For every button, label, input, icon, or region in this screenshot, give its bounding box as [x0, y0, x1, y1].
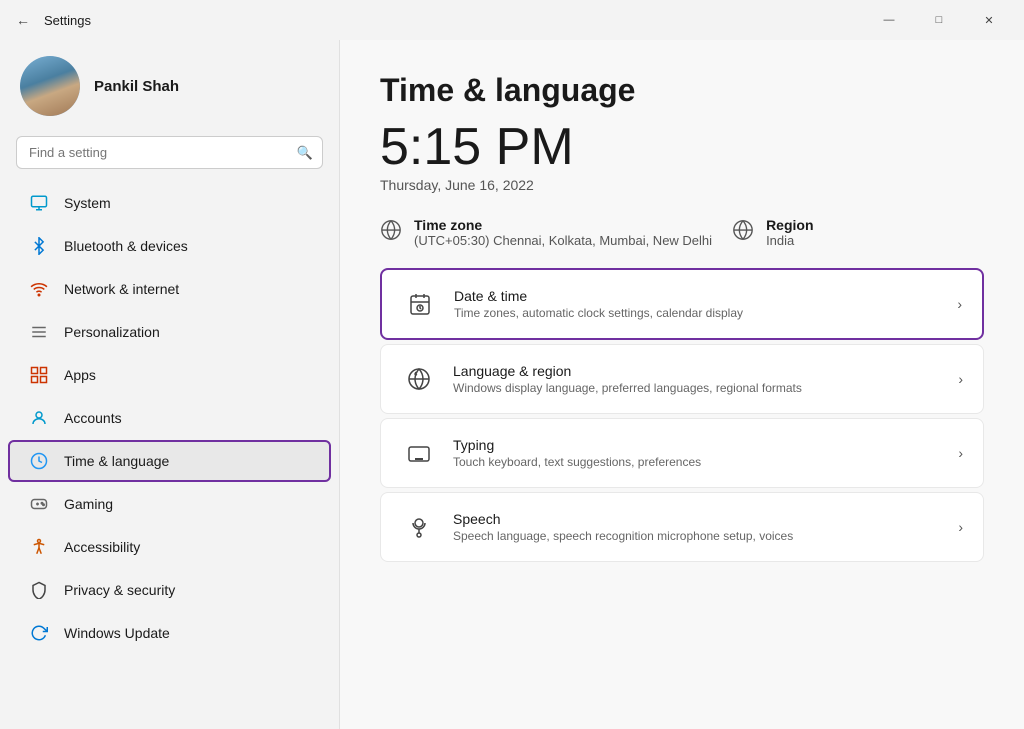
current-date: Thursday, June 16, 2022 — [380, 177, 984, 193]
region-info-label: Region — [766, 217, 813, 233]
speech-chevron-icon: › — [958, 519, 963, 535]
datetime-chevron-icon: › — [957, 296, 962, 312]
typing-setting-text: Typing Touch keyboard, text suggestions, … — [453, 437, 958, 469]
sidebar-item-label-accessibility: Accessibility — [64, 539, 140, 555]
sidebar-item-label-bluetooth: Bluetooth & devices — [64, 238, 188, 254]
search-input[interactable] — [16, 136, 323, 169]
setting-item-speech[interactable]: Speech Speech language, speech recognitio… — [380, 492, 984, 562]
datetime-setting-title: Date & time — [454, 288, 957, 304]
setting-item-typing[interactable]: Typing Touch keyboard, text suggestions, … — [380, 418, 984, 488]
timezone-info-value: (UTC+05:30) Chennai, Kolkata, Mumbai, Ne… — [414, 233, 712, 248]
avatar — [20, 56, 80, 116]
title-bar-left: ← Settings — [12, 8, 91, 32]
speech-setting-desc: Speech language, speech recognition micr… — [453, 529, 958, 543]
datetime-setting-desc: Time zones, automatic clock settings, ca… — [454, 306, 957, 320]
timezone-info-content: Time zone(UTC+05:30) Chennai, Kolkata, M… — [414, 217, 712, 248]
current-time: 5:15 PM — [380, 121, 984, 173]
region-info-content: RegionIndia — [766, 217, 813, 248]
back-button[interactable]: ← — [12, 8, 34, 32]
sidebar-item-personalization[interactable]: Personalization — [8, 311, 331, 353]
timezone-info-label: Time zone — [414, 217, 712, 233]
sidebar-item-update[interactable]: Windows Update — [8, 612, 331, 654]
accessibility-nav-icon — [28, 536, 50, 558]
settings-list: Date & time Time zones, automatic clock s… — [380, 268, 984, 562]
language-chevron-icon: › — [958, 371, 963, 387]
app-title: Settings — [44, 13, 91, 28]
sidebar-item-label-apps: Apps — [64, 367, 96, 383]
language-setting-text: Language & region Windows display languag… — [453, 363, 958, 395]
page-title: Time & language — [380, 72, 984, 109]
region-info-icon — [732, 219, 754, 247]
main-container: Pankil Shah 🔍 System Bluetooth & devices N… — [0, 40, 1024, 729]
bluetooth-nav-icon — [28, 235, 50, 257]
update-nav-icon — [28, 622, 50, 644]
sidebar-item-network[interactable]: Network & internet — [8, 268, 331, 310]
timezone-info-icon — [380, 219, 402, 247]
sidebar-item-label-system: System — [64, 195, 111, 211]
sidebar-item-label-time: Time & language — [64, 453, 169, 469]
sidebar: Pankil Shah 🔍 System Bluetooth & devices N… — [0, 40, 340, 729]
network-nav-icon — [28, 278, 50, 300]
time-nav-icon — [28, 450, 50, 472]
typing-chevron-icon: › — [958, 445, 963, 461]
content-area: Time & language 5:15 PM Thursday, June 1… — [340, 40, 1024, 729]
window-controls: — □ ✕ — [866, 4, 1012, 36]
sidebar-item-system[interactable]: System — [8, 182, 331, 224]
sidebar-item-bluetooth[interactable]: Bluetooth & devices — [8, 225, 331, 267]
accounts-nav-icon — [28, 407, 50, 429]
minimize-button[interactable]: — — [866, 4, 912, 36]
sidebar-item-privacy[interactable]: Privacy & security — [8, 569, 331, 611]
user-name: Pankil Shah — [94, 78, 179, 95]
maximize-button[interactable]: □ — [916, 4, 962, 36]
sidebar-item-accessibility[interactable]: Accessibility — [8, 526, 331, 568]
sidebar-item-label-gaming: Gaming — [64, 496, 113, 512]
sidebar-item-label-privacy: Privacy & security — [64, 582, 175, 598]
system-nav-icon — [28, 192, 50, 214]
sidebar-item-time[interactable]: Time & language — [8, 440, 331, 482]
sidebar-item-label-accounts: Accounts — [64, 410, 122, 426]
sidebar-item-apps[interactable]: Apps — [8, 354, 331, 396]
language-setting-desc: Windows display language, preferred lang… — [453, 381, 958, 395]
apps-nav-icon — [28, 364, 50, 386]
search-icon: 🔍 — [297, 145, 313, 161]
datetime-setting-icon — [402, 286, 438, 322]
avatar-image — [20, 56, 80, 116]
sidebar-item-label-network: Network & internet — [64, 281, 179, 297]
datetime-setting-text: Date & time Time zones, automatic clock s… — [454, 288, 957, 320]
typing-setting-icon — [401, 435, 437, 471]
info-cards: Time zone(UTC+05:30) Chennai, Kolkata, M… — [380, 217, 984, 248]
sidebar-item-label-personalization: Personalization — [64, 324, 160, 340]
language-setting-title: Language & region — [453, 363, 958, 379]
typing-setting-desc: Touch keyboard, text suggestions, prefer… — [453, 455, 958, 469]
search-container: 🔍 — [16, 136, 323, 169]
info-card-region: RegionIndia — [732, 217, 813, 248]
user-profile: Pankil Shah — [0, 40, 339, 136]
setting-item-language[interactable]: Language & region Windows display languag… — [380, 344, 984, 414]
sidebar-item-accounts[interactable]: Accounts — [8, 397, 331, 439]
region-info-value: India — [766, 233, 813, 248]
language-setting-icon — [401, 361, 437, 397]
info-card-timezone: Time zone(UTC+05:30) Chennai, Kolkata, M… — [380, 217, 712, 248]
speech-setting-icon — [401, 509, 437, 545]
sidebar-item-gaming[interactable]: Gaming — [8, 483, 331, 525]
speech-setting-title: Speech — [453, 511, 958, 527]
speech-setting-text: Speech Speech language, speech recognitio… — [453, 511, 958, 543]
personalization-nav-icon — [28, 321, 50, 343]
privacy-nav-icon — [28, 579, 50, 601]
nav-list: System Bluetooth & devices Network & inter… — [0, 181, 339, 655]
close-button[interactable]: ✕ — [966, 4, 1012, 36]
gaming-nav-icon — [28, 493, 50, 515]
typing-setting-title: Typing — [453, 437, 958, 453]
setting-item-datetime[interactable]: Date & time Time zones, automatic clock s… — [380, 268, 984, 340]
title-bar: ← Settings — □ ✕ — [0, 0, 1024, 40]
sidebar-item-label-update: Windows Update — [64, 625, 170, 641]
